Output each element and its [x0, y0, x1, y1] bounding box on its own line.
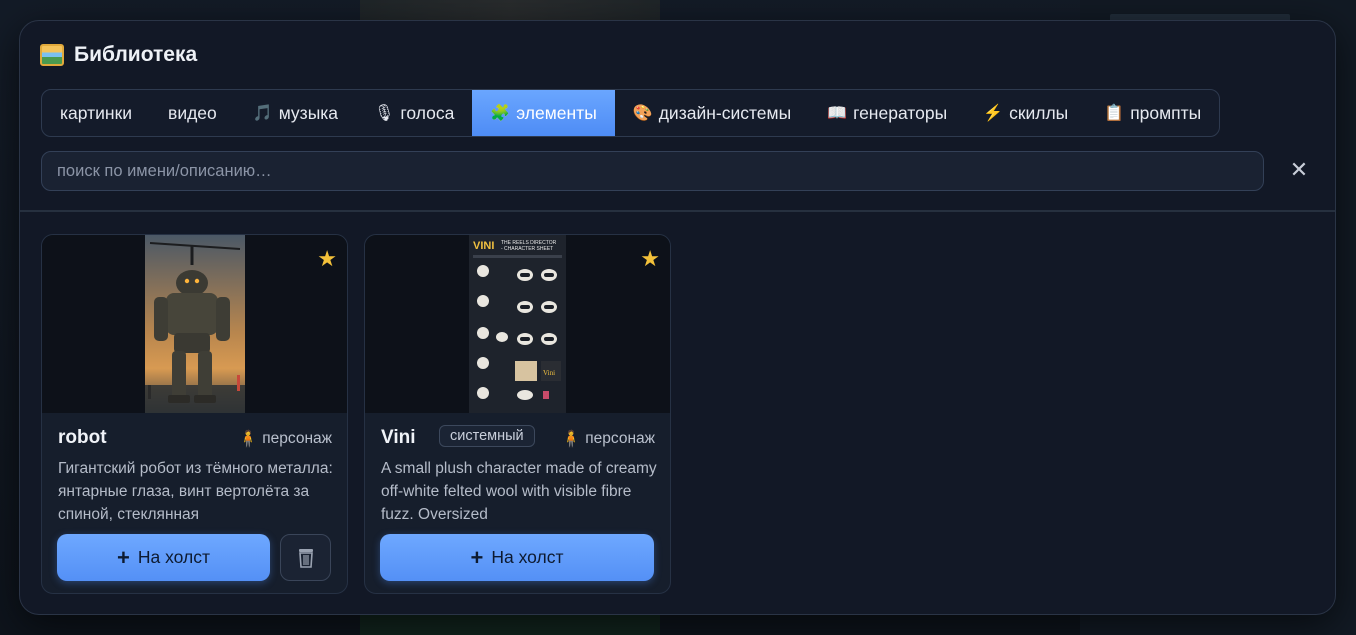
card-thumbnail	[42, 235, 347, 413]
element-card-vini[interactable]: VINI THE REELS DIRECTOR - CHARACTER SHEE…	[364, 234, 671, 594]
card-kind: 🧍 персонаж	[561, 429, 655, 449]
modal-header: Библиотека	[40, 43, 197, 67]
open-book-icon: 📖	[827, 105, 848, 122]
person-icon: 🧍	[238, 431, 259, 448]
background-terminal-strip	[360, 615, 660, 635]
tab-elements[interactable]: 🧩 элементы	[472, 90, 615, 136]
tab-label: скиллы	[1009, 102, 1069, 123]
element-card-robot[interactable]: ★ robot 🧍 персонаж Гигантский робот из т…	[41, 234, 348, 594]
header-divider	[20, 210, 1335, 212]
card-description: Гигантский робот из тёмного металла: янт…	[58, 460, 333, 523]
tab-skills[interactable]: ⚡ скиллы	[965, 90, 1086, 136]
lightning-icon: ⚡	[983, 105, 1004, 122]
tab-prompts[interactable]: 📋 промпты	[1086, 90, 1219, 136]
system-badge: системный	[439, 425, 535, 447]
trash-icon	[298, 548, 313, 568]
add-to-canvas-label: На холст	[137, 547, 210, 567]
svg-text:- CHARACTER SHEET: - CHARACTER SHEET	[501, 246, 553, 252]
modal-title: Библиотека	[74, 43, 198, 66]
plus-icon: +	[117, 544, 130, 570]
add-to-canvas-button[interactable]: + На холст	[380, 534, 654, 581]
close-icon[interactable]: ✕	[1288, 158, 1310, 183]
tab-video[interactable]: видео	[150, 90, 235, 136]
svg-text:Vini: Vini	[543, 369, 555, 377]
delete-button[interactable]	[280, 534, 331, 581]
tab-generators[interactable]: 📖 генераторы	[809, 90, 965, 136]
tab-voices[interactable]: 🎙 голоса	[356, 90, 472, 136]
category-tabs: картинки видео 🎵 музыка 🎙 голоса 🧩 элеме…	[41, 89, 1221, 137]
svg-text:VINI: VINI	[473, 240, 494, 252]
person-icon: 🧍	[561, 431, 582, 448]
favorite-star-icon[interactable]: ★	[317, 247, 337, 272]
card-kind: 🧍 персонаж	[238, 429, 332, 449]
tab-label: видео	[168, 102, 217, 123]
tab-label: элементы	[516, 102, 597, 123]
tab-design-systems[interactable]: 🎨 дизайн-системы	[615, 90, 809, 136]
tab-label: голоса	[400, 102, 455, 123]
card-title: Vini	[381, 427, 416, 448]
search-input[interactable]	[41, 151, 1264, 191]
music-note-icon: 🎵	[252, 105, 273, 122]
palette-icon: 🎨	[632, 105, 653, 122]
tab-label: дизайн-системы	[658, 102, 792, 123]
tab-music[interactable]: 🎵 музыка	[235, 90, 356, 136]
card-kind-label: персонаж	[262, 430, 332, 447]
library-modal: Библиотека картинки видео 🎵 музыка 🎙 гол…	[19, 20, 1336, 615]
puzzle-icon: 🧩	[490, 105, 511, 122]
tab-label: музыка	[278, 102, 339, 123]
character-sheet-image: VINI THE REELS DIRECTOR - CHARACTER SHEE…	[469, 235, 566, 413]
microphone-icon: 🎙	[374, 105, 395, 122]
tab-images[interactable]: картинки	[42, 90, 150, 136]
clipboard-icon: 📋	[1104, 105, 1125, 122]
tab-label: промпты	[1130, 102, 1202, 123]
card-kind-label: персонаж	[585, 430, 655, 447]
plus-icon: +	[470, 544, 484, 570]
card-thumbnail: VINI THE REELS DIRECTOR - CHARACTER SHEE…	[365, 235, 670, 413]
robot-image	[145, 235, 245, 413]
card-title: robot	[58, 427, 107, 448]
favorite-star-icon[interactable]: ★	[640, 247, 660, 272]
picture-frame-icon	[40, 44, 64, 66]
add-to-canvas-label: На холст	[491, 547, 564, 567]
tab-label: картинки	[60, 102, 133, 123]
card-description: A small plush character made of creamy o…	[381, 460, 657, 523]
add-to-canvas-button[interactable]: + На холст	[57, 534, 270, 581]
tab-label: генераторы	[853, 102, 948, 123]
